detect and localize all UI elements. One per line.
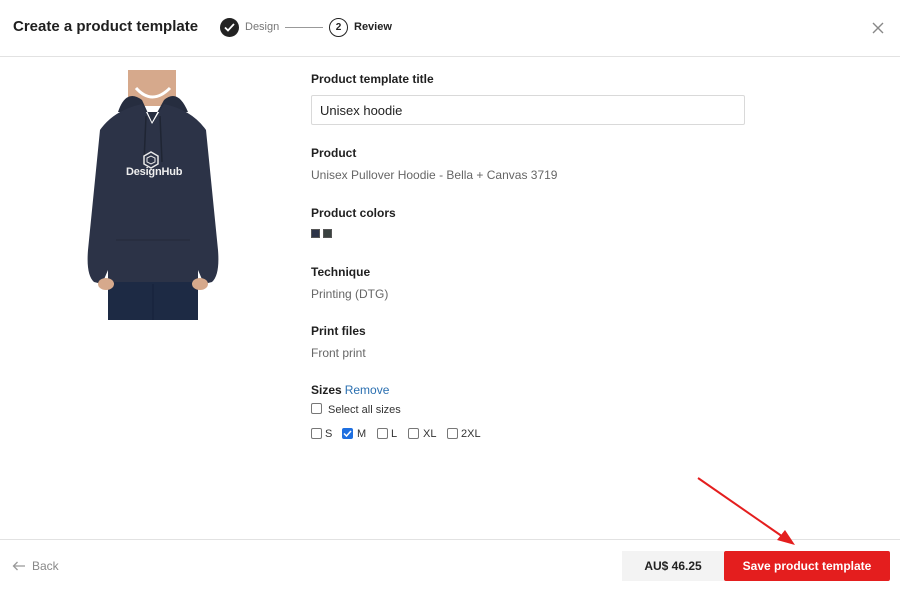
technique-value: Printing (DTG)	[311, 287, 389, 301]
product-image: DesignHub	[80, 70, 276, 320]
select-all-sizes-label: Select all sizes	[328, 404, 401, 416]
size-xl-checkbox[interactable]	[408, 428, 419, 439]
arrow-left-icon	[12, 561, 25, 571]
size-m-label: M	[357, 428, 367, 440]
product-colors-label: Product colors	[311, 206, 396, 220]
back-label: Back	[32, 559, 59, 573]
price-display: AU$ 46.25	[622, 551, 724, 581]
step-review-label: Review	[354, 21, 392, 33]
size-2xl-checkbox[interactable]	[447, 428, 458, 439]
step-review-number: 2	[329, 18, 348, 37]
color-swatch	[311, 229, 320, 238]
color-swatch	[323, 229, 332, 238]
template-title-label: Product template title	[311, 72, 434, 86]
template-title-input[interactable]	[311, 95, 745, 125]
checkmark-icon	[343, 430, 352, 437]
back-button[interactable]: Back	[12, 559, 59, 573]
remove-sizes-link[interactable]: Remove	[345, 383, 390, 397]
technique-label: Technique	[311, 265, 371, 279]
size-l-checkbox[interactable]	[377, 428, 388, 439]
select-all-sizes-checkbox[interactable]	[311, 403, 322, 414]
header: Create a product template Design 2 Revie…	[0, 0, 900, 57]
step-design-label: Design	[245, 21, 280, 33]
save-product-template-button[interactable]: Save product template	[724, 551, 890, 581]
print-files-label: Print files	[311, 324, 366, 338]
size-2xl-label: 2XL	[461, 428, 481, 440]
product-label: Product	[311, 146, 357, 160]
size-m-checkbox[interactable]	[342, 428, 353, 439]
size-s-checkbox[interactable]	[311, 428, 322, 439]
sizes-label-text: Sizes	[311, 383, 342, 397]
sizes-label: Sizes Remove	[311, 383, 389, 397]
footer: Back AU$ 46.25 Save product template	[0, 539, 900, 591]
step-connector	[285, 27, 323, 28]
page-title: Create a product template	[13, 18, 199, 35]
product-logo-text: DesignHub	[126, 166, 183, 178]
size-s-label: S	[325, 428, 333, 440]
size-l-label: L	[391, 428, 398, 440]
close-icon[interactable]	[870, 20, 886, 36]
print-files-value: Front print	[311, 346, 366, 360]
step-design-complete-icon	[220, 18, 239, 37]
product-value: Unisex Pullover Hoodie - Bella + Canvas …	[311, 168, 558, 182]
size-xl-label: XL	[423, 428, 437, 440]
